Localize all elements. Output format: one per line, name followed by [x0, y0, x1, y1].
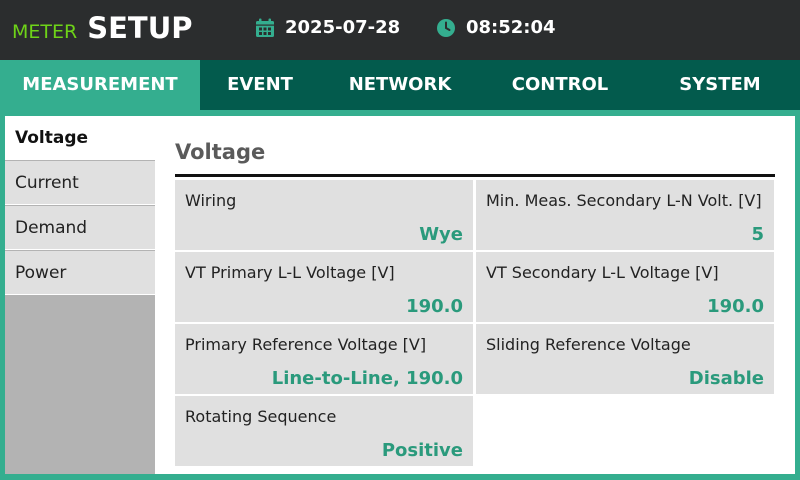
time-display: 08:52:04 [436, 17, 556, 38]
setting-sliding-reference-voltage[interactable]: Sliding Reference Voltage Disable [476, 324, 774, 394]
page-title: Voltage [175, 140, 266, 164]
time-value: 08:52:04 [466, 17, 556, 38]
setting-label: Sliding Reference Voltage [486, 335, 691, 354]
tab-measurement[interactable]: MEASUREMENT [0, 60, 200, 110]
tab-control[interactable]: CONTROL [480, 60, 640, 110]
app-title-prefix: METER [12, 21, 78, 43]
setting-value: Wye [419, 224, 463, 245]
setting-value: Disable [688, 368, 764, 389]
setting-vt-secondary-ll-voltage[interactable]: VT Secondary L-L Voltage [V] 190.0 [476, 252, 774, 322]
sidebar-item-current[interactable]: Current [5, 161, 155, 205]
header-bar: METER SETUP 2025-07-28 08:52:04 [0, 0, 800, 60]
setting-value: 5 [751, 224, 764, 245]
setting-label: Primary Reference Voltage [V] [185, 335, 427, 354]
setting-value: 190.0 [707, 296, 764, 317]
sidebar-item-voltage[interactable]: Voltage [5, 116, 155, 160]
tab-system[interactable]: SYSTEM [640, 60, 800, 110]
tab-network[interactable]: NETWORK [320, 60, 480, 110]
setting-primary-reference-voltage[interactable]: Primary Reference Voltage [V] Line-to-Li… [175, 324, 473, 394]
setting-wiring[interactable]: Wiring Wye [175, 180, 473, 250]
content-area: Voltage Current Demand Power Voltage Wir… [5, 116, 795, 474]
date-display: 2025-07-28 [255, 17, 400, 38]
setting-label: VT Primary L-L Voltage [V] [185, 263, 395, 282]
clock-icon [436, 18, 456, 38]
calendar-icon [255, 18, 275, 38]
main-tab-bar: MEASUREMENT EVENT NETWORK CONTROL SYSTEM [0, 60, 800, 110]
date-value: 2025-07-28 [285, 17, 401, 38]
sidebar-item-power[interactable]: Power [5, 251, 155, 295]
setting-label: VT Secondary L-L Voltage [V] [486, 263, 719, 282]
app-title-main: SETUP [87, 11, 193, 45]
setting-label: Wiring [185, 191, 237, 210]
setting-label: Min. Meas. Secondary L-N Volt. [V] [486, 191, 762, 210]
content-frame: Voltage Current Demand Power Voltage Wir… [0, 110, 800, 480]
setting-value: Positive [381, 440, 463, 461]
setting-vt-primary-ll-voltage[interactable]: VT Primary L-L Voltage [V] 190.0 [175, 252, 473, 322]
title-divider [175, 174, 775, 177]
setting-value: Line-to-Line, 190.0 [271, 368, 463, 389]
sidebar-item-demand[interactable]: Demand [5, 206, 155, 250]
setting-value: 190.0 [406, 296, 463, 317]
setting-rotating-sequence[interactable]: Rotating Sequence Positive [175, 396, 473, 466]
setting-label: Rotating Sequence [185, 407, 337, 426]
sidebar: Voltage Current Demand Power [5, 116, 155, 474]
tab-event[interactable]: EVENT [200, 60, 320, 110]
setting-min-meas-secondary-ln-volt[interactable]: Min. Meas. Secondary L-N Volt. [V] 5 [476, 180, 774, 250]
app-title: METER SETUP [12, 11, 193, 49]
